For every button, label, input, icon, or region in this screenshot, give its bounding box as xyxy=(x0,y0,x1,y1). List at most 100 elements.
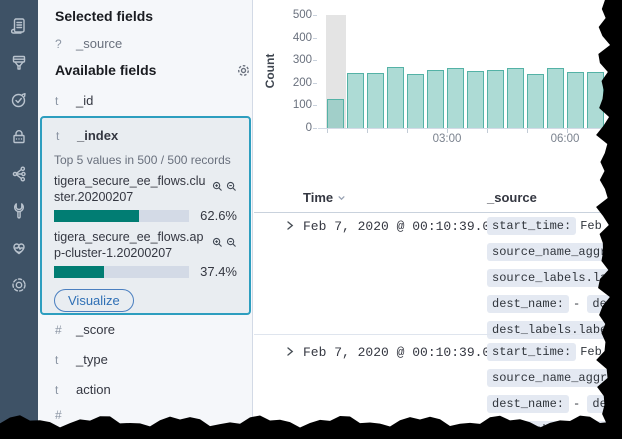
share-nodes-icon[interactable] xyxy=(8,163,30,184)
field-value-text: Feb 7, xyxy=(580,345,622,359)
count-histogram xyxy=(318,15,622,129)
expand-row-icon[interactable] xyxy=(285,220,295,231)
field-item-id[interactable]: t _id xyxy=(55,93,93,108)
value-filter-icons xyxy=(212,237,237,248)
histogram-bar[interactable] xyxy=(347,73,364,128)
y-axis-label: Count xyxy=(263,41,277,101)
histogram-bar[interactable] xyxy=(487,70,504,128)
selected-fields-title: Selected fields xyxy=(55,8,153,24)
field-key-pill: source_name_aggr: xyxy=(487,369,619,387)
table-row: Feb 7, 2020 @ 00:10:39.000 start_time:Fe… xyxy=(254,213,622,334)
field-item-source[interactable]: ? _source xyxy=(55,36,122,51)
fields-sidebar: Selected fields ? _source Available fiel… xyxy=(38,0,253,439)
histogram-bar[interactable] xyxy=(527,74,544,128)
field-value-text: Feb 7 xyxy=(580,219,616,233)
x-tick-mark xyxy=(607,129,608,133)
source-line: source_labels.lab xyxy=(487,269,622,287)
x-tick-label: 03:00 xyxy=(425,133,469,145)
field-value-text: - xyxy=(573,297,587,311)
field-item-type[interactable]: t _type xyxy=(55,352,108,367)
source-line: start_time: Feb 7 xyxy=(487,217,622,235)
field-item-index[interactable]: t _index xyxy=(56,128,237,143)
zoom-out-icon[interactable] xyxy=(226,237,237,248)
gear-icon[interactable] xyxy=(8,274,30,295)
field-name: action xyxy=(76,382,111,397)
y-tick-label: 0 xyxy=(272,122,312,134)
y-tick-label: 500 xyxy=(272,9,312,21)
zoom-in-icon[interactable] xyxy=(212,181,223,192)
lock-icon[interactable] xyxy=(8,126,30,147)
x-tick-mark xyxy=(407,129,408,133)
kibana-discover-screen: Selected fields ? _source Available fiel… xyxy=(0,0,622,439)
time-column-header[interactable]: Time xyxy=(303,190,346,205)
field-type-number-glyph: # xyxy=(55,323,71,337)
field-key-pill: dest_labels.labels xyxy=(487,321,622,339)
column-label: Time xyxy=(303,190,333,205)
field-key-pill: dest_name: xyxy=(487,395,569,413)
y-tick-label: 200 xyxy=(272,77,312,89)
x-tick-mark xyxy=(487,129,488,133)
source-line: dest_name:- dest, xyxy=(487,395,622,413)
field-settings-gear-icon[interactable] xyxy=(236,63,251,78)
available-fields-title: Available fields xyxy=(55,62,156,78)
y-tick-mark xyxy=(313,60,317,61)
histogram-bar[interactable] xyxy=(327,99,344,128)
x-tick-label: 06:00 xyxy=(543,133,587,145)
field-key-pill: dest_labels.label xyxy=(487,421,619,439)
logs-scroll-icon[interactable] xyxy=(8,15,30,36)
source-cell: start_time: Feb 7, source_name_aggr: dest_… xyxy=(487,343,622,439)
histogram-bar[interactable] xyxy=(567,72,584,128)
histogram-bar[interactable] xyxy=(407,74,424,128)
zoom-in-icon[interactable] xyxy=(212,237,223,248)
field-type-string-glyph: t xyxy=(55,94,71,108)
histogram-bar[interactable] xyxy=(367,73,384,128)
source-line: dest_name:- dest xyxy=(487,295,622,313)
top-value-bar-row: 37.4% xyxy=(54,264,237,279)
y-tick-mark xyxy=(313,83,317,84)
field-key-pill: source_name_aggr: xyxy=(487,243,619,261)
field-key-pill: source_labels.lab xyxy=(487,269,619,287)
field-type-unknown-glyph: ? xyxy=(55,37,71,51)
histogram-bar[interactable] xyxy=(447,68,464,128)
source-cell: start_time: Feb 7 source_name_aggr:source… xyxy=(487,217,622,347)
y-tick-mark xyxy=(313,105,317,106)
uptime-clock-icon[interactable] xyxy=(8,89,30,110)
field-name: _source xyxy=(76,36,122,51)
y-tick-label: 400 xyxy=(272,32,312,44)
x-tick-mark xyxy=(327,129,328,133)
y-tick-mark xyxy=(313,128,317,129)
sort-desc-icon xyxy=(337,190,346,205)
top-value-row: tigera_secure_ee_flows.cluster.20200207 xyxy=(54,173,237,205)
field-name: _score xyxy=(76,322,115,337)
expand-row-icon[interactable] xyxy=(285,346,295,357)
field-key-pill: dest_name: xyxy=(487,295,569,313)
field-item-score[interactable]: # _score xyxy=(55,322,115,337)
field-name: _index xyxy=(77,128,118,143)
y-tick-label: 300 xyxy=(272,54,312,66)
field-type-string-glyph: t xyxy=(56,129,72,143)
x-tick-mark xyxy=(527,129,528,133)
index-field-card: t _index Top 5 values in 500 / 500 recor… xyxy=(40,116,251,315)
heartbeat-icon[interactable] xyxy=(8,237,30,258)
progress-fill xyxy=(54,266,104,278)
field-key-pill: start_time: xyxy=(487,217,576,235)
source-line: dest_labels.labels xyxy=(487,321,622,339)
source-line: start_time: Feb 7, xyxy=(487,343,622,361)
top-value-label: tigera_secure_ee_flows.cluster.20200207 xyxy=(54,174,205,204)
field-item-action[interactable]: t action xyxy=(55,382,111,397)
histogram-bar[interactable] xyxy=(427,70,444,128)
histogram-bar[interactable] xyxy=(387,67,404,128)
zoom-out-icon[interactable] xyxy=(226,181,237,192)
wrench-icon[interactable] xyxy=(8,200,30,221)
histogram-bar[interactable] xyxy=(547,68,564,128)
histogram-bar[interactable] xyxy=(587,72,604,128)
table-row: Feb 7, 2020 @ 00:10:39.000 start_time:Fe… xyxy=(254,339,622,439)
source-line: source_name_aggr: xyxy=(487,243,622,261)
field-value-text: - xyxy=(573,397,587,411)
histogram-bar[interactable] xyxy=(467,71,484,128)
pipeline-icon[interactable] xyxy=(8,52,30,73)
histogram-bar[interactable] xyxy=(507,68,524,128)
field-key-pill: start_time: xyxy=(487,343,576,361)
visualize-button[interactable]: Visualize xyxy=(54,289,134,312)
field-item-partial[interactable]: # xyxy=(55,408,76,422)
